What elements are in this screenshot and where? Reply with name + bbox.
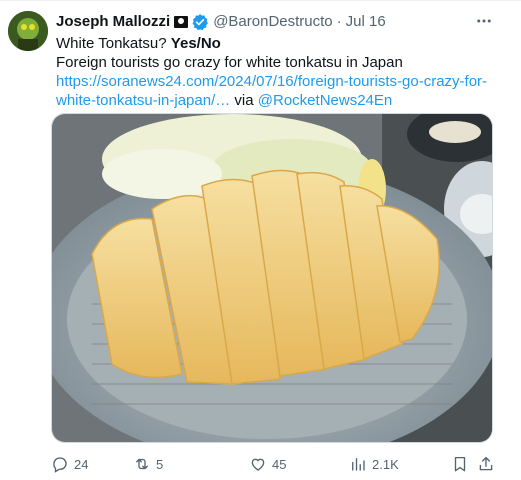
reply-count: 24 (74, 456, 89, 472)
views-button[interactable]: 2.1K (349, 453, 399, 475)
like-count: 45 (272, 456, 287, 472)
share-button[interactable] (477, 453, 495, 475)
reply-button[interactable]: 24 (51, 453, 88, 475)
verified-badge-icon (192, 14, 209, 31)
action-bar: 24 5 45 2.1K (51, 453, 501, 475)
heart-icon (251, 458, 265, 471)
repost-button[interactable]: 5 (133, 453, 163, 475)
author-handle[interactable]: @BaronDestructo (213, 12, 332, 32)
views-chart-icon (352, 458, 365, 471)
via-text: via (230, 92, 258, 109)
repost-icon (136, 458, 148, 470)
mention-link[interactable]: @RocketNews24En (258, 92, 392, 109)
tweet-body: White Tonkatsu? Yes/No Foreign tourists … (56, 34, 496, 110)
pirate-flag-icon (174, 16, 189, 28)
reply-icon (53, 457, 67, 473)
author-name[interactable]: Joseph Mallozzi (56, 12, 170, 32)
tweet-card[interactable]: Joseph Mallozzi @BaronDestructo · Jul 16… (0, 0, 521, 480)
bookmark-button[interactable] (451, 453, 469, 475)
like-button[interactable]: 45 (249, 453, 286, 475)
tweet-question: White Tonkatsu? (56, 35, 171, 52)
tweet-header: Joseph Mallozzi @BaronDestructo · Jul 16 (56, 12, 511, 32)
views-count: 2.1K (372, 456, 399, 472)
repost-count: 5 (156, 456, 164, 472)
tweet-line-3: https://soranews24.com/2024/07/16/foreig… (56, 72, 496, 110)
tweet-date[interactable]: Jul 16 (346, 12, 386, 32)
more-horizontal-icon[interactable] (475, 12, 493, 34)
tweet-photo[interactable] (51, 113, 493, 443)
avatar[interactable] (8, 11, 48, 51)
tweet-bold-text: Yes/No (170, 35, 221, 52)
share-icon (479, 456, 493, 471)
separator-dot: · (336, 13, 342, 30)
tweet-line-2: Foreign tourists go crazy for white tonk… (56, 54, 403, 71)
tweet-line-1: White Tonkatsu? Yes/No (56, 34, 496, 53)
bookmark-icon (454, 456, 466, 472)
